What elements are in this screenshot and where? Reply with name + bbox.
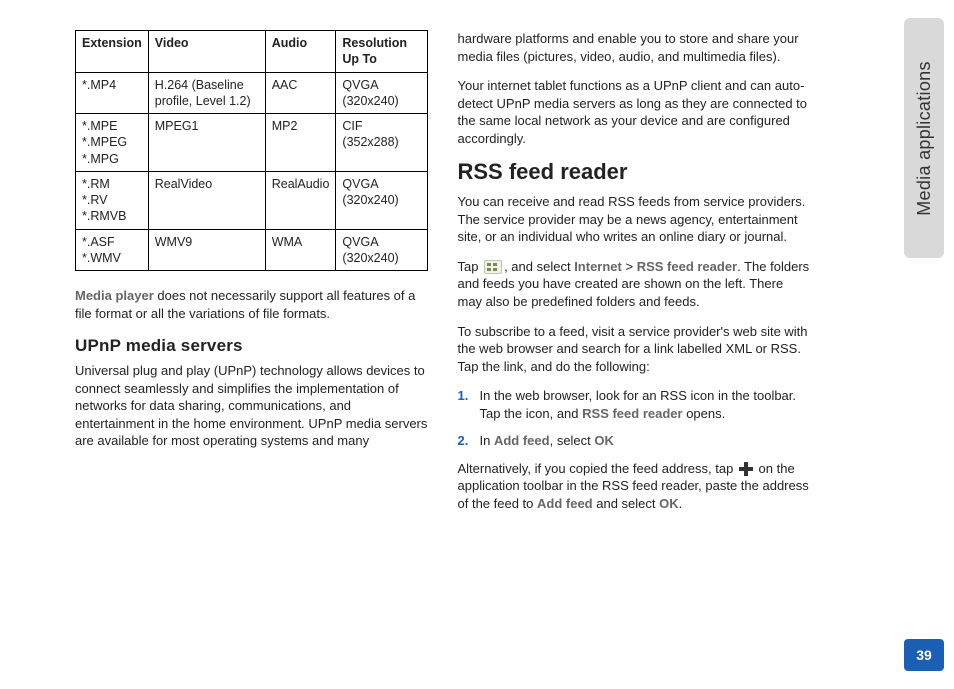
cell: RealVideo [148, 171, 265, 229]
cell: *.MP4 [76, 72, 149, 114]
cell: *.ASF *.WMV [76, 229, 149, 271]
side-tab: Media applications [904, 18, 944, 258]
cell: *.RM *.RV *.RMVB [76, 171, 149, 229]
cell: H.264 (Baseline profile, Level 1.2) [148, 72, 265, 114]
cell: *.MPE *.MPEG *.MPG [76, 114, 149, 172]
cell: QVGA (320x240) [336, 229, 427, 271]
gt: > [622, 259, 637, 274]
alt-a: Alternatively, if you copied the feed ad… [458, 461, 737, 476]
cell: QVGA (320x240) [336, 72, 427, 114]
alt-para: Alternatively, if you copied the feed ad… [458, 460, 811, 513]
steps-list: 1. In the web browser, look for an RSS i… [458, 387, 811, 450]
table-row: *.RM *.RV *.RMVB RealVideo RealAudio QVG… [76, 171, 428, 229]
page-content: Extension Video Audio Resolution Up To *… [0, 0, 870, 544]
table-header-row: Extension Video Audio Resolution Up To [76, 31, 428, 73]
step-1: 1. In the web browser, look for an RSS i… [458, 387, 811, 422]
right-column: hardware platforms and enable you to sto… [458, 30, 811, 524]
rss-para-1: You can receive and read RSS feeds from … [458, 193, 811, 246]
th-audio: Audio [265, 31, 336, 73]
cell: QVGA (320x240) [336, 171, 427, 229]
app-menu-icon [484, 260, 502, 274]
alt-d: . [679, 496, 683, 511]
subscribe-para: To subscribe to a feed, visit a service … [458, 323, 811, 376]
left-column: Extension Video Audio Resolution Up To *… [75, 30, 428, 524]
table-row: *.ASF *.WMV WMV9 WMA QVGA (320x240) [76, 229, 428, 271]
alt-ref1: Add feed [537, 496, 593, 511]
cell: CIF (352x288) [336, 114, 427, 172]
cell: MPEG1 [148, 114, 265, 172]
tap-word: Tap [458, 259, 483, 274]
step1-ref: RSS feed reader [582, 406, 682, 421]
cell: MP2 [265, 114, 336, 172]
table-row: *.MPE *.MPEG *.MPG MPEG1 MP2 CIF (352x28… [76, 114, 428, 172]
media-player-term: Media player [75, 288, 154, 303]
step2-a: In [480, 433, 494, 448]
cell: AAC [265, 72, 336, 114]
step-number: 1. [458, 387, 469, 405]
th-resolution: Resolution Up To [336, 31, 427, 73]
page-number-box: 39 [904, 639, 944, 671]
tap-mid: , and select [504, 259, 574, 274]
th-video: Video [148, 31, 265, 73]
alt-ref2: OK [659, 496, 679, 511]
step1-b: opens. [683, 406, 726, 421]
rss-heading: RSS feed reader [458, 159, 811, 185]
step2-ref2: OK [594, 433, 614, 448]
alt-c: and select [593, 496, 660, 511]
side-tab-label: Media applications [914, 61, 935, 216]
page-number: 39 [916, 647, 932, 663]
internet-ref: Internet [574, 259, 622, 274]
format-table: Extension Video Audio Resolution Up To *… [75, 30, 428, 271]
cell: WMA [265, 229, 336, 271]
upnp-paragraph: Universal plug and play (UPnP) technolog… [75, 362, 428, 450]
media-player-note: Media player does not necessarily suppor… [75, 287, 428, 322]
rss-ref: RSS feed reader [637, 259, 737, 274]
step-2: 2. In Add feed, select OK [458, 432, 811, 450]
th-extension: Extension [76, 31, 149, 73]
cell: RealAudio [265, 171, 336, 229]
plus-icon [739, 462, 753, 476]
step-number: 2. [458, 432, 469, 450]
upnp-cont-1: hardware platforms and enable you to sto… [458, 30, 811, 65]
rss-tap-para: Tap , and select Internet > RSS feed rea… [458, 258, 811, 311]
upnp-cont-2: Your internet tablet functions as a UPnP… [458, 77, 811, 147]
step2-b: , select [550, 433, 595, 448]
step2-ref1: Add feed [494, 433, 550, 448]
upnp-heading: UPnP media servers [75, 336, 428, 356]
cell: WMV9 [148, 229, 265, 271]
table-row: *.MP4 H.264 (Baseline profile, Level 1.2… [76, 72, 428, 114]
